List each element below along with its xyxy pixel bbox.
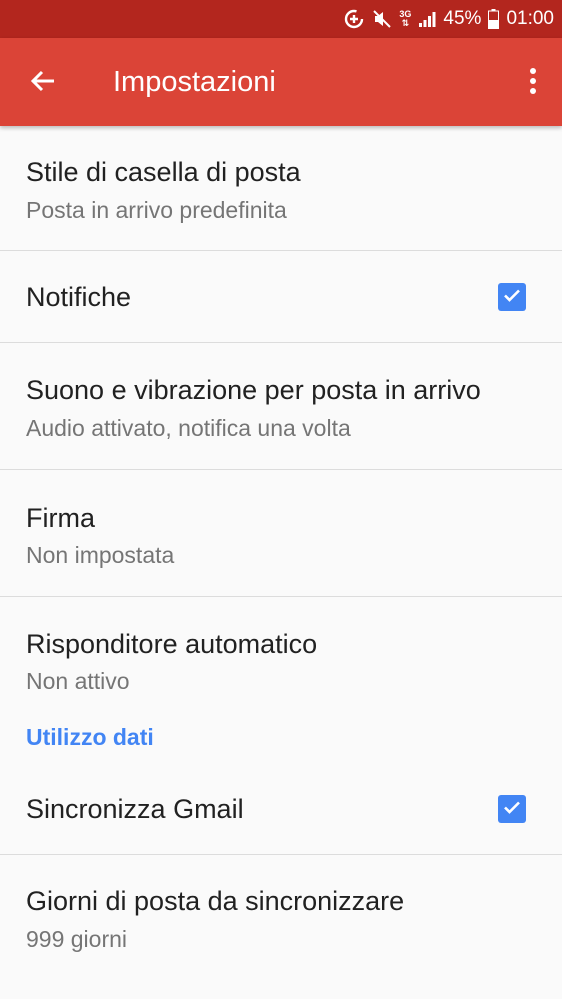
setting-sync-gmail[interactable]: Sincronizza Gmail bbox=[0, 769, 562, 855]
setting-summary: Audio attivato, notifica una volta bbox=[26, 415, 351, 441]
setting-title: Suono e vibrazione per posta in arrivo bbox=[26, 375, 481, 405]
signal-icon bbox=[418, 10, 436, 28]
setting-title: Notifiche bbox=[26, 282, 132, 312]
clock: 01:00 bbox=[506, 8, 554, 29]
status-bar: 3G ⇅ 45% 01:00 bbox=[0, 0, 562, 38]
setting-summary: Posta in arrivo predefinita bbox=[26, 197, 287, 223]
mute-icon bbox=[372, 9, 392, 29]
setting-sound-vibration[interactable]: Suono e vibrazione per posta in arrivo A… bbox=[0, 343, 562, 470]
arrow-back-icon bbox=[30, 68, 56, 99]
check-icon bbox=[502, 285, 522, 310]
setting-summary: Non attivo bbox=[26, 668, 130, 694]
overflow-menu-button[interactable] bbox=[518, 60, 548, 106]
page-title: Impostazioni bbox=[113, 66, 276, 98]
section-header-label: Utilizzo dati bbox=[26, 724, 154, 750]
setting-signature[interactable]: Firma Non impostata bbox=[0, 470, 562, 597]
data-arrows: ⇅ bbox=[401, 18, 410, 28]
section-header-data-usage: Utilizzo dati bbox=[0, 719, 562, 769]
setting-title: Firma bbox=[26, 503, 95, 533]
network-3g-icon: 3G ⇅ bbox=[399, 10, 411, 28]
data-saver-icon bbox=[343, 8, 365, 30]
setting-notifications[interactable]: Notifiche bbox=[0, 251, 562, 343]
check-icon bbox=[502, 797, 522, 822]
setting-summary: Non impostata bbox=[26, 542, 175, 568]
settings-list: Stile di casella di posta Posta in arriv… bbox=[0, 126, 562, 975]
battery-percent: 45% bbox=[443, 8, 482, 29]
setting-auto-reply[interactable]: Risponditore automatico Non attivo bbox=[0, 597, 562, 719]
setting-title: Giorni di posta da sincronizzare bbox=[26, 886, 405, 916]
setting-title: Stile di casella di posta bbox=[26, 157, 301, 187]
setting-title: Sincronizza Gmail bbox=[26, 794, 244, 824]
sync-gmail-checkbox[interactable] bbox=[498, 795, 526, 823]
more-vert-icon bbox=[529, 67, 537, 100]
app-bar: Impostazioni bbox=[0, 38, 562, 126]
notifications-checkbox[interactable] bbox=[498, 283, 526, 311]
setting-summary: 999 giorni bbox=[26, 926, 128, 952]
battery-icon bbox=[488, 9, 500, 29]
setting-title: Risponditore automatico bbox=[26, 629, 318, 659]
back-button[interactable] bbox=[20, 60, 66, 106]
status-icons: 3G ⇅ 45% 01:00 bbox=[343, 0, 554, 38]
setting-inbox-style[interactable]: Stile di casella di posta Posta in arriv… bbox=[0, 126, 562, 251]
setting-sync-days[interactable]: Giorni di posta da sincronizzare 999 gio… bbox=[0, 855, 562, 975]
